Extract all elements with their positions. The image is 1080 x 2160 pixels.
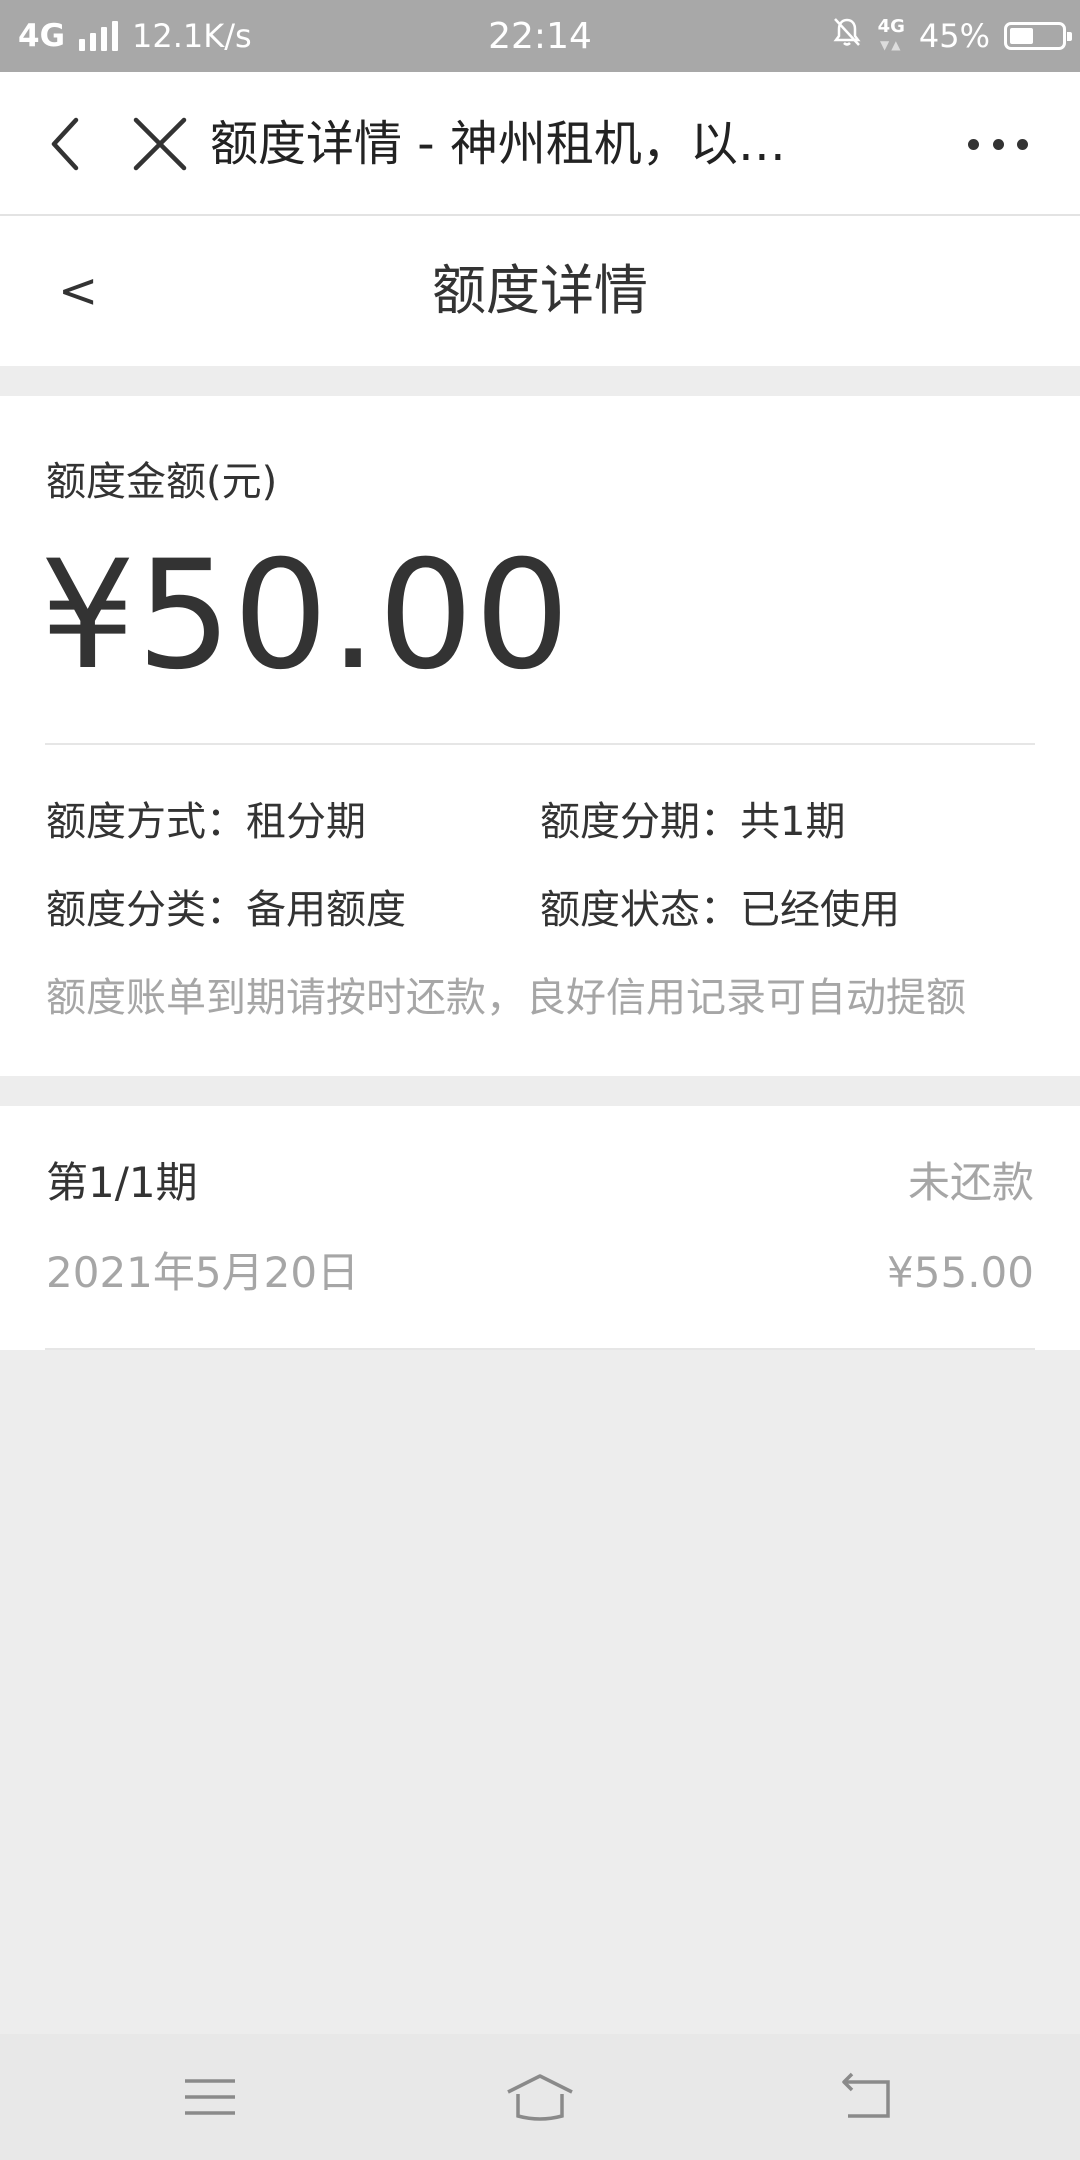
installment-period: 第1/1期 bbox=[46, 1158, 198, 1207]
field-label: 额度方式： bbox=[46, 799, 246, 845]
battery-icon bbox=[1004, 22, 1072, 50]
repayment-note: 额度账单到期请按时还款，良好信用记录可自动提额 bbox=[46, 975, 966, 1021]
battery-fill bbox=[1010, 28, 1033, 44]
browser-nav-bar: 额度详情 - 神州租机，以… bbox=[0, 72, 1080, 216]
amount-label: 额度金额(元) bbox=[46, 459, 278, 505]
network-small: 4G ▼▲ bbox=[877, 16, 905, 53]
home-icon[interactable] bbox=[500, 2062, 580, 2132]
browser-title: 额度详情 - 神州租机，以… bbox=[210, 116, 786, 172]
more-icon[interactable] bbox=[968, 122, 1028, 166]
status-bar: 4G 12.1K/s 22:14 4G ▼▲ 45% bbox=[0, 0, 1080, 72]
return-icon[interactable] bbox=[828, 2062, 908, 2132]
field-value: 共1期 bbox=[740, 799, 846, 845]
field-value: 备用额度 bbox=[246, 887, 406, 933]
field-label: 额度分期： bbox=[540, 799, 740, 845]
field-quota-status: 额度状态：已经使用 bbox=[540, 886, 900, 934]
amount-value: ¥50.00 bbox=[40, 529, 571, 703]
installment-item[interactable]: 第1/1期 未还款 2021年5月20日 ¥55.00 bbox=[0, 1106, 1080, 1350]
field-value: 租分期 bbox=[246, 799, 366, 845]
field-label: 额度分类： bbox=[46, 887, 246, 933]
quota-card: 额度金额(元) ¥50.00 额度方式：租分期 额度分期：共1期 额度分类：备用… bbox=[0, 396, 1080, 1076]
back-icon[interactable] bbox=[38, 114, 94, 174]
close-icon[interactable] bbox=[130, 114, 190, 174]
field-quota-installment: 额度分期：共1期 bbox=[540, 798, 845, 846]
field-quota-category: 额度分类：备用额度 bbox=[46, 886, 406, 934]
divider bbox=[45, 743, 1035, 745]
bell-muted-icon bbox=[830, 15, 864, 57]
field-value: 已经使用 bbox=[740, 887, 900, 933]
installment-status: 未还款 bbox=[907, 1158, 1034, 1207]
page-title: 额度详情 bbox=[432, 259, 648, 322]
menu-icon[interactable] bbox=[170, 2062, 250, 2132]
installment-amount: ¥55.00 bbox=[887, 1248, 1034, 1297]
installment-date: 2021年5月20日 bbox=[46, 1248, 360, 1297]
divider bbox=[45, 1348, 1035, 1350]
status-right: 4G ▼▲ 45% bbox=[830, 0, 1072, 72]
page-header: < 额度详情 bbox=[0, 216, 1080, 366]
system-nav-bar bbox=[0, 2034, 1080, 2160]
battery-percent: 45% bbox=[918, 17, 990, 55]
field-label: 额度状态： bbox=[540, 887, 740, 933]
field-quota-method: 额度方式：租分期 bbox=[46, 798, 366, 846]
